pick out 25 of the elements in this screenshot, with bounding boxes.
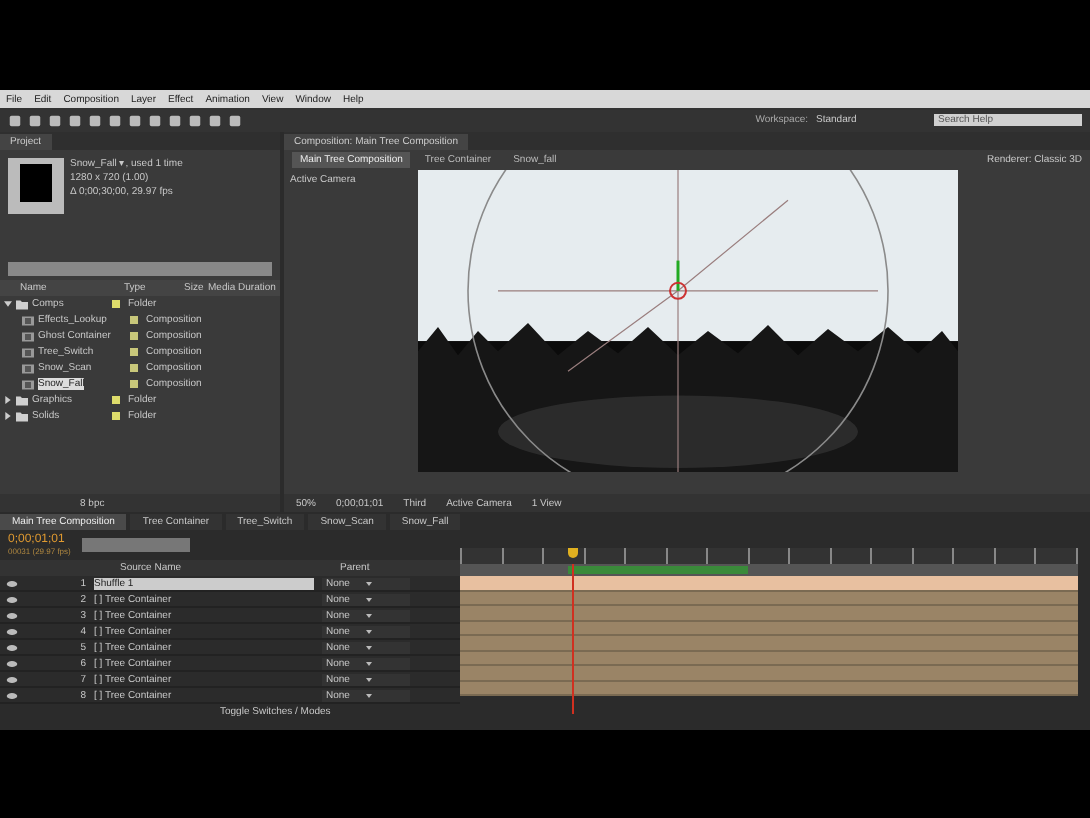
time-ruler[interactable] [460, 548, 1078, 564]
disclosure-triangle-icon[interactable] [4, 412, 12, 420]
label-swatch [112, 396, 120, 404]
layer-duration-bar[interactable] [460, 576, 1078, 591]
disclosure-triangle-icon[interactable] [4, 396, 12, 404]
caret-icon [365, 677, 372, 681]
label-swatch [130, 316, 138, 324]
project-search-field[interactable] [8, 262, 272, 276]
label-swatch [112, 300, 120, 308]
playhead-handle[interactable] [568, 548, 578, 558]
layer-search-field[interactable] [82, 538, 191, 552]
caret-icon [365, 629, 372, 633]
caret-icon [365, 613, 372, 617]
label-swatch [112, 412, 120, 420]
caret-icon [365, 693, 372, 697]
caret-icon [365, 581, 372, 585]
caret-icon [365, 597, 372, 601]
label-swatch [130, 380, 138, 388]
disclosure-triangle-icon[interactable] [4, 300, 12, 308]
caret-icon [365, 661, 372, 665]
thumbnail-preview [8, 158, 64, 214]
label-swatch [130, 332, 138, 340]
label-swatch [130, 364, 138, 372]
caret-icon [365, 645, 372, 649]
label-swatch [130, 348, 138, 356]
